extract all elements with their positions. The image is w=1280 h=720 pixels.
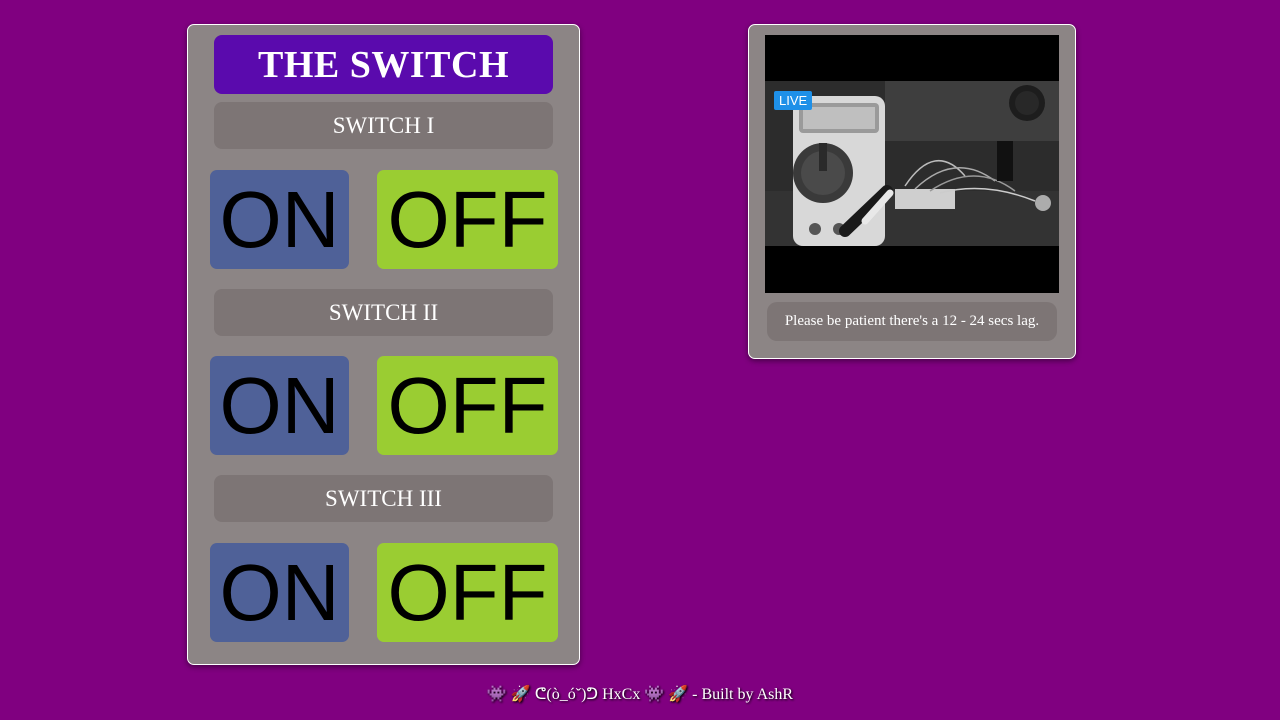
switch-1-label: SWITCH I bbox=[214, 102, 553, 149]
switch-1-on-button[interactable]: ON bbox=[210, 170, 349, 269]
switch-1-off-button[interactable]: OFF bbox=[377, 170, 558, 269]
live-badge: LIVE bbox=[774, 91, 813, 110]
switch-panel: THE SWITCH SWITCH I ON OFF SWITCH II ON … bbox=[187, 24, 580, 665]
footer-credit: 👾 🚀 ᕦ(ò_óˇ)ᕤ HxCx 👾 🚀 - Built by AshR bbox=[486, 686, 794, 703]
switch-2-off-button[interactable]: OFF bbox=[377, 356, 558, 455]
switch-3-label: SWITCH III bbox=[214, 475, 553, 522]
switch-2-label: SWITCH II bbox=[214, 289, 553, 336]
page-title: THE SWITCH bbox=[214, 35, 553, 94]
switch-3-off-button[interactable]: OFF bbox=[377, 543, 558, 642]
switch-3-on-button[interactable]: ON bbox=[210, 543, 349, 642]
stream-panel: LIVE Please be patient there's a 12 - 24… bbox=[748, 24, 1076, 359]
live-video-player[interactable]: LIVE bbox=[765, 35, 1059, 293]
lag-notice: Please be patient there's a 12 - 24 secs… bbox=[767, 302, 1057, 341]
switch-2-on-button[interactable]: ON bbox=[210, 356, 349, 455]
